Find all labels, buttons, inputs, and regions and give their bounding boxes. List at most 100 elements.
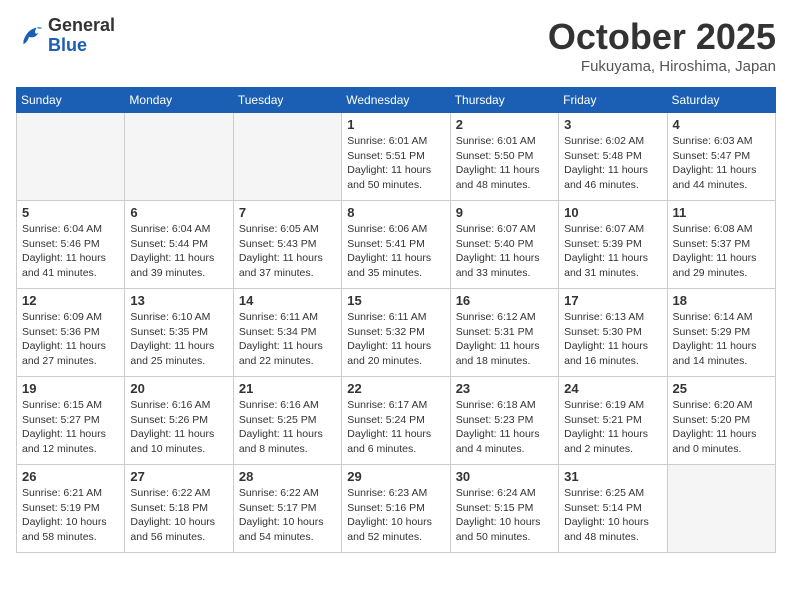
month-title: October 2025 — [548, 16, 776, 58]
day-info: Sunrise: 6:15 AM Sunset: 5:27 PM Dayligh… — [22, 398, 119, 457]
day-info: Sunrise: 6:03 AM Sunset: 5:47 PM Dayligh… — [673, 134, 770, 193]
day-number: 31 — [564, 469, 661, 484]
day-number: 13 — [130, 293, 227, 308]
calendar-cell: 8 Sunrise: 6:06 AM Sunset: 5:41 PM Daylig… — [342, 201, 450, 289]
day-info: Sunrise: 6:19 AM Sunset: 5:21 PM Dayligh… — [564, 398, 661, 457]
day-number: 29 — [347, 469, 444, 484]
day-info: Sunrise: 6:08 AM Sunset: 5:37 PM Dayligh… — [673, 222, 770, 281]
calendar-cell: 4Sunrise: 6:03 AM Sunset: 5:47 PM Daylig… — [667, 113, 775, 201]
day-number: 2 — [456, 117, 553, 132]
location: Fukuyama, Hiroshima, Japan — [548, 58, 776, 75]
title-block: October 2025 Fukuyama, Hiroshima, Japan — [548, 16, 776, 75]
day-info: Sunrise: 6:09 AM Sunset: 5:36 PM Dayligh… — [22, 310, 119, 369]
day-number: 27 — [130, 469, 227, 484]
calendar-cell — [233, 113, 341, 201]
calendar-cell: 5 Sunrise: 6:04 AM Sunset: 5:46 PM Daylig… — [17, 201, 125, 289]
weekday-header-monday: Monday — [125, 88, 233, 113]
calendar-cell: 27 Sunrise: 6:22 AM Sunset: 5:18 PM Dayli… — [125, 465, 233, 553]
day-info: Sunrise: 6:16 AM Sunset: 5:25 PM Dayligh… — [239, 398, 336, 457]
day-number: 17 — [564, 293, 661, 308]
calendar-cell: 23 Sunrise: 6:18 AM Sunset: 5:23 PM Dayli… — [450, 377, 558, 465]
week-row-4: 19 Sunrise: 6:15 AM Sunset: 5:27 PM Dayli… — [17, 377, 776, 465]
day-number: 21 — [239, 381, 336, 396]
day-number: 24 — [564, 381, 661, 396]
weekday-header-thursday: Thursday — [450, 88, 558, 113]
day-number: 6 — [130, 205, 227, 220]
day-number: 5 — [22, 205, 119, 220]
calendar-cell: 31 Sunrise: 6:25 AM Sunset: 5:14 PM Dayli… — [559, 465, 667, 553]
calendar-cell: 19 Sunrise: 6:15 AM Sunset: 5:27 PM Dayli… — [17, 377, 125, 465]
calendar-cell: 28 Sunrise: 6:22 AM Sunset: 5:17 PM Dayli… — [233, 465, 341, 553]
day-info: Sunrise: 6:21 AM Sunset: 5:19 PM Dayligh… — [22, 486, 119, 545]
day-info: Sunrise: 6:14 AM Sunset: 5:29 PM Dayligh… — [673, 310, 770, 369]
day-number: 20 — [130, 381, 227, 396]
day-number: 11 — [673, 205, 770, 220]
calendar-cell: 17Sunrise: 6:13 AM Sunset: 5:30 PM Dayli… — [559, 289, 667, 377]
day-number: 22 — [347, 381, 444, 396]
day-info: Sunrise: 6:01 AM Sunset: 5:51 PM Dayligh… — [347, 134, 444, 193]
day-info: Sunrise: 6:16 AM Sunset: 5:26 PM Dayligh… — [130, 398, 227, 457]
day-info: Sunrise: 6:25 AM Sunset: 5:14 PM Dayligh… — [564, 486, 661, 545]
day-number: 28 — [239, 469, 336, 484]
weekday-header-tuesday: Tuesday — [233, 88, 341, 113]
logo-text: General Blue — [48, 16, 115, 56]
weekday-header-sunday: Sunday — [17, 88, 125, 113]
day-info: Sunrise: 6:04 AM Sunset: 5:44 PM Dayligh… — [130, 222, 227, 281]
day-number: 14 — [239, 293, 336, 308]
calendar-cell: 9Sunrise: 6:07 AM Sunset: 5:40 PM Daylig… — [450, 201, 558, 289]
day-number: 19 — [22, 381, 119, 396]
day-number: 23 — [456, 381, 553, 396]
weekday-header-row: SundayMondayTuesdayWednesdayThursdayFrid… — [17, 88, 776, 113]
calendar-cell: 21 Sunrise: 6:16 AM Sunset: 5:25 PM Dayli… — [233, 377, 341, 465]
day-info: Sunrise: 6:22 AM Sunset: 5:18 PM Dayligh… — [130, 486, 227, 545]
calendar-cell: 16 Sunrise: 6:12 AM Sunset: 5:31 PM Dayli… — [450, 289, 558, 377]
day-info: Sunrise: 6:12 AM Sunset: 5:31 PM Dayligh… — [456, 310, 553, 369]
calendar-cell: 13 Sunrise: 6:10 AM Sunset: 5:35 PM Dayli… — [125, 289, 233, 377]
calendar-cell: 15Sunrise: 6:11 AM Sunset: 5:32 PM Dayli… — [342, 289, 450, 377]
calendar-cell: 10Sunrise: 6:07 AM Sunset: 5:39 PM Dayli… — [559, 201, 667, 289]
calendar-cell: 18 Sunrise: 6:14 AM Sunset: 5:29 PM Dayli… — [667, 289, 775, 377]
day-number: 7 — [239, 205, 336, 220]
day-info: Sunrise: 6:10 AM Sunset: 5:35 PM Dayligh… — [130, 310, 227, 369]
logo-bird-icon — [16, 22, 44, 50]
day-info: Sunrise: 6:22 AM Sunset: 5:17 PM Dayligh… — [239, 486, 336, 545]
day-number: 25 — [673, 381, 770, 396]
day-info: Sunrise: 6:24 AM Sunset: 5:15 PM Dayligh… — [456, 486, 553, 545]
calendar-cell — [667, 465, 775, 553]
day-number: 3 — [564, 117, 661, 132]
day-number: 9 — [456, 205, 553, 220]
day-info: Sunrise: 6:04 AM Sunset: 5:46 PM Dayligh… — [22, 222, 119, 281]
calendar-cell: 22 Sunrise: 6:17 AM Sunset: 5:24 PM Dayli… — [342, 377, 450, 465]
calendar-cell: 7Sunrise: 6:05 AM Sunset: 5:43 PM Daylig… — [233, 201, 341, 289]
day-number: 8 — [347, 205, 444, 220]
calendar-cell: 20 Sunrise: 6:16 AM Sunset: 5:26 PM Dayli… — [125, 377, 233, 465]
day-info: Sunrise: 6:18 AM Sunset: 5:23 PM Dayligh… — [456, 398, 553, 457]
day-number: 18 — [673, 293, 770, 308]
day-info: Sunrise: 6:23 AM Sunset: 5:16 PM Dayligh… — [347, 486, 444, 545]
day-info: Sunrise: 6:20 AM Sunset: 5:20 PM Dayligh… — [673, 398, 770, 457]
calendar-cell: 2Sunrise: 6:01 AM Sunset: 5:50 PM Daylig… — [450, 113, 558, 201]
calendar-cell — [17, 113, 125, 201]
calendar-cell: 24 Sunrise: 6:19 AM Sunset: 5:21 PM Dayli… — [559, 377, 667, 465]
day-number: 1 — [347, 117, 444, 132]
weekday-header-friday: Friday — [559, 88, 667, 113]
week-row-1: 1 Sunrise: 6:01 AM Sunset: 5:51 PM Daylig… — [17, 113, 776, 201]
week-row-5: 26Sunrise: 6:21 AM Sunset: 5:19 PM Dayli… — [17, 465, 776, 553]
calendar-cell: 11 Sunrise: 6:08 AM Sunset: 5:37 PM Dayli… — [667, 201, 775, 289]
calendar-cell: 25 Sunrise: 6:20 AM Sunset: 5:20 PM Dayli… — [667, 377, 775, 465]
calendar-cell: 26Sunrise: 6:21 AM Sunset: 5:19 PM Dayli… — [17, 465, 125, 553]
calendar-cell: 29 Sunrise: 6:23 AM Sunset: 5:16 PM Dayli… — [342, 465, 450, 553]
calendar-cell: 6 Sunrise: 6:04 AM Sunset: 5:44 PM Daylig… — [125, 201, 233, 289]
week-row-2: 5 Sunrise: 6:04 AM Sunset: 5:46 PM Daylig… — [17, 201, 776, 289]
calendar-table: SundayMondayTuesdayWednesdayThursdayFrid… — [16, 87, 776, 553]
day-number: 16 — [456, 293, 553, 308]
day-number: 12 — [22, 293, 119, 308]
day-info: Sunrise: 6:17 AM Sunset: 5:24 PM Dayligh… — [347, 398, 444, 457]
calendar-cell: 14 Sunrise: 6:11 AM Sunset: 5:34 PM Dayli… — [233, 289, 341, 377]
day-number: 30 — [456, 469, 553, 484]
page-header: General Blue October 2025 Fukuyama, Hiro… — [16, 16, 776, 75]
day-info: Sunrise: 6:11 AM Sunset: 5:34 PM Dayligh… — [239, 310, 336, 369]
day-number: 15 — [347, 293, 444, 308]
day-info: Sunrise: 6:06 AM Sunset: 5:41 PM Dayligh… — [347, 222, 444, 281]
calendar-cell: 3Sunrise: 6:02 AM Sunset: 5:48 PM Daylig… — [559, 113, 667, 201]
